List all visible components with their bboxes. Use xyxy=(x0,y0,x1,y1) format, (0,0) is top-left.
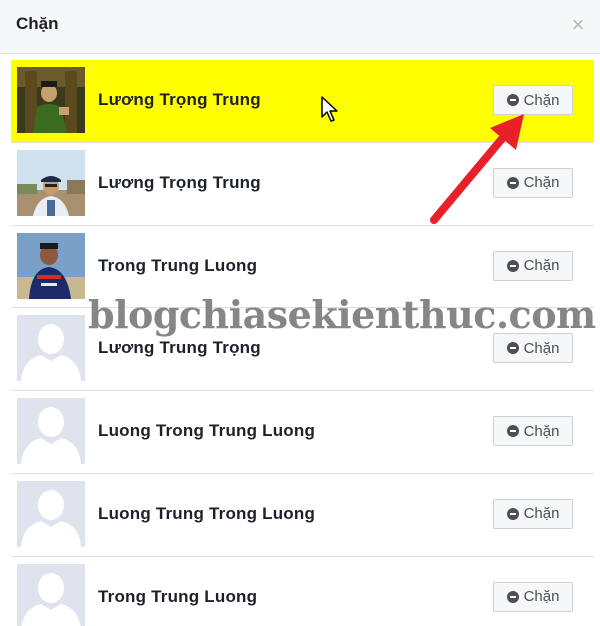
block-button-label: Chặn xyxy=(523,339,560,357)
block-button[interactable]: Chặn xyxy=(493,333,573,364)
default-avatar-icon xyxy=(17,315,85,382)
person-name[interactable]: Lương Trọng Trung xyxy=(98,173,261,193)
dialog-title: Chặn xyxy=(16,14,59,33)
avatar[interactable] xyxy=(17,563,85,626)
profile-photo-icon xyxy=(17,67,85,133)
block-button[interactable]: Chặn xyxy=(493,498,573,529)
person-name[interactable]: Lương Trọng Trung xyxy=(98,90,261,110)
block-dialog: Chặn × Lương Trọng Trung Chặn Lương Trọn… xyxy=(0,0,600,626)
person-name[interactable]: Lương Trung Trọng xyxy=(98,338,261,358)
block-button-label: Chặn xyxy=(523,505,560,523)
profile-photo-icon xyxy=(17,149,85,216)
default-avatar-icon xyxy=(17,480,85,547)
block-button[interactable]: Chặn xyxy=(493,581,573,612)
avatar[interactable] xyxy=(17,398,85,465)
default-avatar-icon xyxy=(17,398,85,465)
list-item: Trong Trung Luong Chặn xyxy=(11,557,594,626)
default-avatar-icon xyxy=(17,563,85,626)
block-icon xyxy=(506,259,519,272)
person-name[interactable]: Trong Trung Luong xyxy=(98,256,257,276)
close-icon[interactable]: × xyxy=(568,14,588,38)
block-button-label: Chặn xyxy=(523,588,560,606)
block-button[interactable]: Chặn xyxy=(493,85,573,115)
block-button[interactable]: Chặn xyxy=(493,416,573,447)
person-name[interactable]: Trong Trung Luong xyxy=(98,587,257,607)
block-icon xyxy=(506,507,519,520)
block-icon xyxy=(506,590,519,603)
block-icon xyxy=(506,176,519,189)
block-icon xyxy=(506,94,519,106)
block-icon xyxy=(506,425,519,438)
list-item: Luong Trong Trung Luong Chặn xyxy=(11,391,594,474)
block-button-label: Chặn xyxy=(523,257,560,275)
block-button-label: Chặn xyxy=(523,422,560,440)
dialog-header: Chặn × xyxy=(0,0,600,54)
list-item: Trong Trung Luong Chặn xyxy=(11,226,594,309)
list-item: Lương Trung Trọng Chặn xyxy=(11,308,594,392)
block-button-label: Chặn xyxy=(523,91,560,109)
avatar[interactable] xyxy=(17,480,85,547)
block-button-label: Chặn xyxy=(523,174,560,192)
block-button[interactable]: Chặn xyxy=(493,250,573,281)
person-name[interactable]: Luong Trung Trong Luong xyxy=(98,504,315,524)
list-item: Lương Trọng Trung Chặn xyxy=(11,60,594,143)
avatar[interactable] xyxy=(17,232,85,299)
avatar[interactable] xyxy=(17,67,85,133)
profile-photo-icon xyxy=(17,232,85,299)
list-item: Lương Trọng Trung Chặn xyxy=(11,143,594,226)
search-results-list: Lương Trọng Trung Chặn Lương Trọng Trung… xyxy=(11,60,594,626)
block-button[interactable]: Chặn xyxy=(493,167,573,198)
avatar[interactable] xyxy=(17,315,85,382)
person-name[interactable]: Luong Trong Trung Luong xyxy=(98,421,315,441)
block-icon xyxy=(506,342,519,355)
avatar[interactable] xyxy=(17,149,85,216)
list-item: Luong Trung Trong Luong Chặn xyxy=(11,474,594,557)
